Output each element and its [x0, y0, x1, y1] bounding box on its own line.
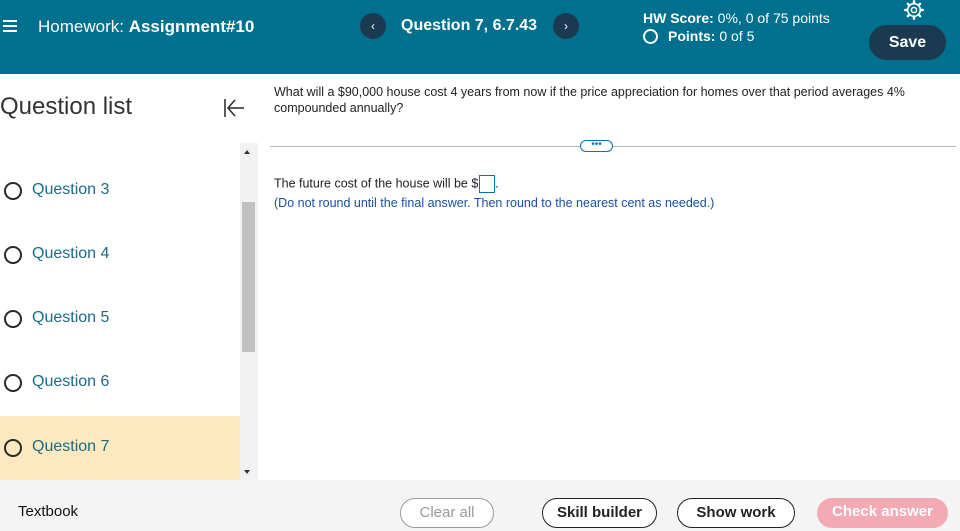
question-status-circle-icon	[4, 374, 22, 392]
question-list-item-label: Question 5	[32, 309, 110, 326]
homework-title-prefix: Homework:	[38, 17, 129, 36]
question-list-item-label: Question 7	[32, 438, 110, 455]
question-status-circle-icon	[4, 439, 22, 457]
answer-prefix: The future cost of the house will be $	[274, 176, 479, 191]
skill-builder-button[interactable]: Skill builder	[542, 498, 657, 528]
homework-title: Homework: Assignment#10	[38, 17, 254, 37]
top-header: Homework: Assignment#10 ‹ Question 7, 6.…	[0, 0, 960, 74]
question-status-circle-icon	[4, 182, 22, 200]
check-answer-button[interactable]: Check answer	[817, 498, 948, 528]
question-list-item-6[interactable]: Question 6	[0, 351, 240, 415]
question-list-sidebar: Question list Question 3 Question 4 Ques…	[0, 74, 258, 480]
question-panel: What will a $90,000 house cost 4 years f…	[258, 74, 960, 480]
homework-page: Homework: Assignment#10 ‹ Question 7, 6.…	[0, 0, 960, 531]
clear-all-button[interactable]: Clear all	[400, 498, 494, 528]
bottom-toolbar: Textbook Clear all Skill builder Show wo…	[0, 480, 960, 531]
question-list-item-4[interactable]: Question 4	[0, 223, 240, 287]
rounding-hint: (Do not round until the final answer. Th…	[274, 196, 715, 210]
question-list-item-label: Question 3	[32, 181, 110, 198]
answer-input[interactable]	[479, 175, 496, 193]
points-status-circle-icon	[643, 29, 658, 44]
question-list-item-7[interactable]: Question 7	[0, 416, 240, 480]
textbook-link[interactable]: Textbook	[18, 503, 78, 520]
question-list-scroll-thumb[interactable]	[242, 202, 255, 352]
question-list-title: Question list	[0, 93, 133, 120]
show-work-button[interactable]: Show work	[677, 498, 795, 528]
save-button[interactable]: Save	[869, 25, 946, 60]
question-text: What will a $90,000 house cost 4 years f…	[274, 85, 905, 115]
question-list-item-5[interactable]: Question 5	[0, 287, 240, 351]
previous-question-button[interactable]: ‹	[360, 13, 386, 39]
hw-score-value: 0%, 0 of 75 points	[713, 10, 830, 26]
settings-gear-icon[interactable]	[904, 0, 924, 20]
points-label: Points:	[668, 28, 716, 44]
question-list-item-label: Question 6	[32, 373, 110, 390]
question-title: Question 7, 6.7.43	[401, 17, 538, 34]
hamburger-menu-icon[interactable]	[0, 16, 20, 36]
question-status-circle-icon	[4, 246, 22, 264]
next-question-button[interactable]: ›	[553, 13, 579, 39]
hw-score-row: HW Score: 0%, 0 of 75 points	[643, 9, 830, 27]
homework-name: Assignment#10	[128, 17, 255, 36]
score-panel: HW Score: 0%, 0 of 75 points Points: 0 o…	[643, 9, 830, 45]
question-list-item-3[interactable]: Question 3	[0, 159, 240, 223]
points-row: Points: 0 of 5	[643, 27, 830, 45]
collapse-sidebar-icon[interactable]	[222, 96, 246, 120]
more-options-button[interactable]: •••	[580, 140, 613, 152]
question-divider	[270, 146, 956, 147]
scroll-down-arrow-icon[interactable]	[244, 470, 250, 474]
hw-score-label: HW Score:	[643, 10, 714, 26]
answer-line: The future cost of the house will be $.	[274, 175, 499, 193]
question-status-circle-icon	[4, 310, 22, 328]
scroll-up-arrow-icon[interactable]	[244, 150, 250, 154]
answer-suffix: .	[495, 176, 499, 191]
points-value: 0 of 5	[715, 28, 755, 44]
question-list-item-label: Question 4	[32, 245, 110, 262]
